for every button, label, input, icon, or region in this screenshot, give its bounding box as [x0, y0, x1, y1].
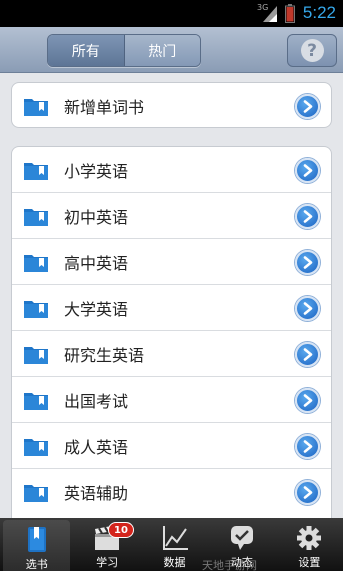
row-label: 出国考试 [64, 391, 129, 411]
chevron-right-icon[interactable] [295, 204, 320, 229]
book-category-row[interactable]: 研究生英语 [12, 331, 331, 377]
book-category-row[interactable]: 出国考试 [12, 377, 331, 423]
segment-popular[interactable]: 热门 [124, 35, 200, 66]
watermark: 天地手游网 [202, 559, 257, 571]
folder-icon [24, 99, 48, 116]
tab-label: 选书 [25, 558, 48, 571]
book-icon [22, 526, 52, 554]
help-icon: ? [300, 39, 324, 62]
tab-bar: 选书 学习 数据 动态 设置 [0, 518, 343, 571]
folder-icon [24, 255, 48, 272]
row-label: 初中英语 [64, 207, 129, 227]
chevron-right-icon[interactable] [295, 434, 320, 459]
tab-label: 设置 [298, 556, 321, 569]
row-label: 高中英语 [64, 253, 129, 273]
study-badge: 10 [108, 522, 134, 538]
nav-bar: 所有 热门 ? [0, 27, 343, 73]
add-book-row[interactable]: 新增单词书 [12, 83, 331, 127]
segment-all[interactable]: 所有 [48, 35, 125, 66]
filter-segmented-control: 所有 热门 [47, 34, 201, 67]
status-bar: 3G 5:22 [0, 0, 343, 27]
add-book-group: 新增单词书 [11, 82, 332, 128]
gear-icon [294, 524, 324, 552]
book-category-row[interactable]: 初中英语 [12, 193, 331, 239]
chevron-right-icon[interactable] [295, 296, 320, 321]
folder-icon [24, 347, 48, 364]
folder-icon [24, 163, 48, 180]
chevron-right-icon[interactable] [295, 342, 320, 367]
folder-icon [24, 393, 48, 410]
folder-icon [24, 439, 48, 456]
book-category-row[interactable]: 高中英语 [12, 239, 331, 285]
row-label: 英语辅助 [64, 484, 129, 503]
chart-icon [160, 524, 190, 552]
chevron-right-icon[interactable] [295, 250, 320, 275]
row-label: 新增单词书 [64, 98, 145, 117]
chevron-right-icon[interactable] [295, 388, 320, 413]
tab-label: 数据 [163, 556, 186, 569]
row-label: 成人英语 [64, 437, 129, 457]
chevron-right-icon[interactable] [295, 158, 320, 183]
tab-label: 学习 [96, 556, 119, 569]
tab-choose-book[interactable]: 选书 [3, 520, 71, 571]
book-category-row[interactable]: 大学英语 [12, 285, 331, 331]
battery-icon [285, 4, 295, 23]
chat-check-icon [227, 524, 257, 552]
row-label: 小学英语 [64, 161, 129, 181]
chevron-right-icon[interactable] [295, 94, 320, 119]
folder-icon [24, 209, 48, 226]
help-button[interactable]: ? [287, 34, 337, 67]
book-category-list: 小学英语初中英语高中英语大学英语研究生英语出国考试成人英语英语辅助 [11, 146, 332, 518]
chevron-right-icon[interactable] [295, 480, 320, 505]
folder-icon [24, 485, 48, 502]
book-category-row[interactable]: 小学英语 [12, 147, 331, 193]
folder-icon [24, 301, 48, 318]
book-category-row[interactable]: 英语辅助 [12, 469, 331, 515]
row-label: 大学英语 [64, 299, 129, 319]
row-label: 研究生英语 [64, 345, 145, 365]
clock: 5:22 [302, 3, 336, 22]
book-category-row[interactable]: 成人英语 [12, 423, 331, 469]
tab-settings[interactable]: 设置 [276, 518, 343, 571]
tab-data[interactable]: 数据 [141, 518, 208, 571]
signal-icon [263, 6, 277, 22]
